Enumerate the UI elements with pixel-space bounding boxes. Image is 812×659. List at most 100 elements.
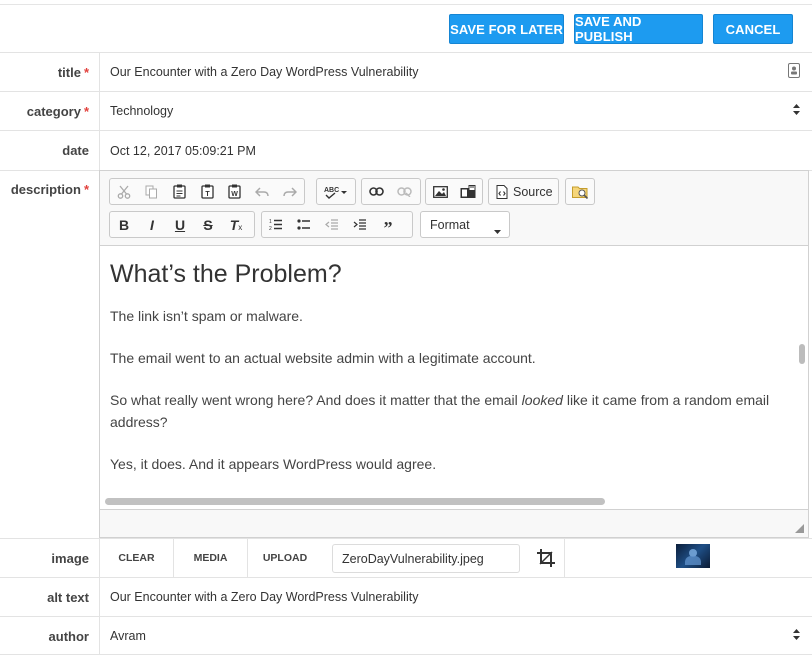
- paste-text-icon[interactable]: T: [193, 179, 221, 204]
- date-input[interactable]: Oct 12, 2017 05:09:21 PM: [110, 131, 812, 170]
- media-button[interactable]: MEDIA: [174, 539, 248, 577]
- category-select[interactable]: Technology: [110, 92, 812, 130]
- spellcheck-group: ABC: [316, 178, 356, 205]
- undo-icon[interactable]: [249, 179, 277, 204]
- copy-icon[interactable]: [138, 179, 166, 204]
- content-paragraph-4: Yes, it does. And it appears WordPress w…: [110, 456, 437, 472]
- category-label-text: category: [26, 104, 81, 119]
- category-value: Technology: [110, 104, 174, 118]
- bold-icon[interactable]: B: [110, 212, 138, 237]
- source-group: Source: [488, 178, 559, 205]
- unlink-icon[interactable]: [390, 179, 418, 204]
- remove-format-icon[interactable]: Tx: [222, 212, 250, 237]
- strikethrough-icon[interactable]: S: [194, 212, 222, 237]
- author-select[interactable]: Avram: [110, 617, 812, 654]
- content-paragraph-2: The email went to an actual website admi…: [110, 350, 536, 366]
- svg-text:1: 1: [269, 219, 272, 225]
- resize-handle-icon[interactable]: [795, 524, 804, 533]
- source-label: Source: [513, 184, 553, 199]
- image-filename-field[interactable]: ZeroDayVulnerability.jpeg: [332, 544, 520, 573]
- content-paragraph-3: So what really went wrong here? And does…: [110, 389, 788, 433]
- numbered-list-icon[interactable]: 12: [262, 212, 290, 237]
- embed-media-icon[interactable]: [454, 179, 482, 204]
- action-bar: SAVE FOR LATER SAVE AND PUBLISH CANCEL: [0, 5, 812, 52]
- paste-icon[interactable]: [165, 179, 193, 204]
- vertical-scrollbar[interactable]: [799, 344, 805, 364]
- chevron-down-icon: [494, 222, 501, 237]
- decrease-indent-icon[interactable]: [318, 212, 346, 237]
- category-label: category *: [0, 92, 100, 130]
- image-thumbnail[interactable]: [676, 544, 710, 568]
- image-icon[interactable]: [426, 179, 454, 204]
- link-icon[interactable]: [362, 179, 390, 204]
- increase-indent-icon[interactable]: [346, 212, 374, 237]
- paragraph-group: 12 ”: [261, 211, 413, 238]
- format-select[interactable]: Format: [420, 211, 510, 238]
- paragraph-3-text-a: So what really went wrong here? And does…: [110, 392, 522, 408]
- rich-text-editor: T W ABC Source B I U S T x 1 2 ” Format …: [99, 170, 809, 538]
- paragraph-3-emphasis: looked: [521, 392, 563, 408]
- editor-content[interactable]: What’s the Problem? The link isn’t spam …: [100, 246, 798, 492]
- browse-group: [565, 178, 595, 205]
- image-label: image: [0, 539, 100, 577]
- author-value: Avram: [110, 628, 146, 643]
- category-row: category * Technology: [0, 91, 812, 130]
- title-row: title * Our Encounter with a Zero Day Wor…: [0, 52, 812, 91]
- cancel-button[interactable]: CANCEL: [713, 14, 793, 44]
- title-label: title *: [0, 53, 100, 91]
- svg-text:ABC: ABC: [324, 187, 339, 194]
- author-label-text: author: [48, 629, 89, 644]
- browse-server-icon[interactable]: [566, 179, 594, 204]
- author-label: author: [0, 617, 100, 654]
- svg-text:2: 2: [269, 226, 272, 231]
- required-marker: *: [83, 65, 89, 80]
- cut-icon[interactable]: [110, 179, 138, 204]
- alt-text-input[interactable]: Our Encounter with a Zero Day WordPress …: [110, 578, 812, 616]
- svg-text:T: T: [205, 191, 210, 198]
- title-input[interactable]: Our Encounter with a Zero Day WordPress …: [110, 53, 812, 91]
- bulleted-list-icon[interactable]: [290, 212, 318, 237]
- image-row: image CLEAR MEDIA UPLOAD ZeroDayVulnerab…: [0, 538, 812, 577]
- save-for-later-button[interactable]: SAVE FOR LATER: [449, 14, 564, 44]
- italic-icon[interactable]: I: [138, 212, 166, 237]
- content-heading: What’s the Problem?: [110, 260, 342, 288]
- select-arrows-icon: [793, 104, 800, 118]
- date-label-text: date: [62, 143, 89, 158]
- format-label: Format: [430, 217, 470, 232]
- source-button[interactable]: Source: [489, 179, 558, 204]
- link-group: [361, 178, 421, 205]
- editor-statusbar: [100, 509, 808, 537]
- underline-icon[interactable]: U: [166, 212, 194, 237]
- spellcheck-icon[interactable]: ABC: [317, 179, 355, 204]
- paste-word-icon[interactable]: W: [221, 179, 249, 204]
- date-label: date: [0, 131, 100, 170]
- redo-icon[interactable]: [276, 179, 304, 204]
- required-marker: *: [83, 104, 89, 119]
- required-marker: *: [83, 182, 89, 197]
- alt-text-row: alt text Our Encounter with a Zero Day W…: [0, 577, 812, 616]
- title-value: Our Encounter with a Zero Day WordPress …: [110, 65, 419, 79]
- horizontal-scrollbar[interactable]: [105, 498, 605, 505]
- crop-icon: [537, 549, 555, 567]
- description-label-text: description: [10, 182, 81, 197]
- contact-card-icon[interactable]: [788, 63, 800, 81]
- description-label: description *: [0, 171, 100, 538]
- source-icon: [496, 184, 508, 199]
- save-and-publish-button[interactable]: SAVE AND PUBLISH: [574, 14, 703, 44]
- select-arrows-icon: [793, 628, 800, 643]
- blockquote-icon[interactable]: ”: [374, 212, 402, 237]
- upload-button[interactable]: UPLOAD: [248, 539, 322, 577]
- basic-style-group: B I U S Tx: [109, 211, 255, 238]
- media-group: [425, 178, 483, 205]
- alt-text-value: Our Encounter with a Zero Day WordPress …: [110, 590, 419, 604]
- clipboard-group: T W: [109, 178, 305, 205]
- clear-image-button[interactable]: CLEAR: [100, 539, 174, 577]
- crop-button[interactable]: [528, 539, 565, 577]
- horizontal-scrollbar-track: [100, 492, 808, 508]
- svg-text:W: W: [231, 191, 238, 198]
- title-label-text: title: [57, 65, 81, 80]
- image-filename: ZeroDayVulnerability.jpeg: [342, 551, 484, 566]
- image-label-text: image: [51, 551, 89, 566]
- editor-toolbar: T W ABC Source B I U S T x 1 2 ” Format: [100, 171, 808, 246]
- content-paragraph-1: The link isn’t spam or malware.: [110, 308, 303, 324]
